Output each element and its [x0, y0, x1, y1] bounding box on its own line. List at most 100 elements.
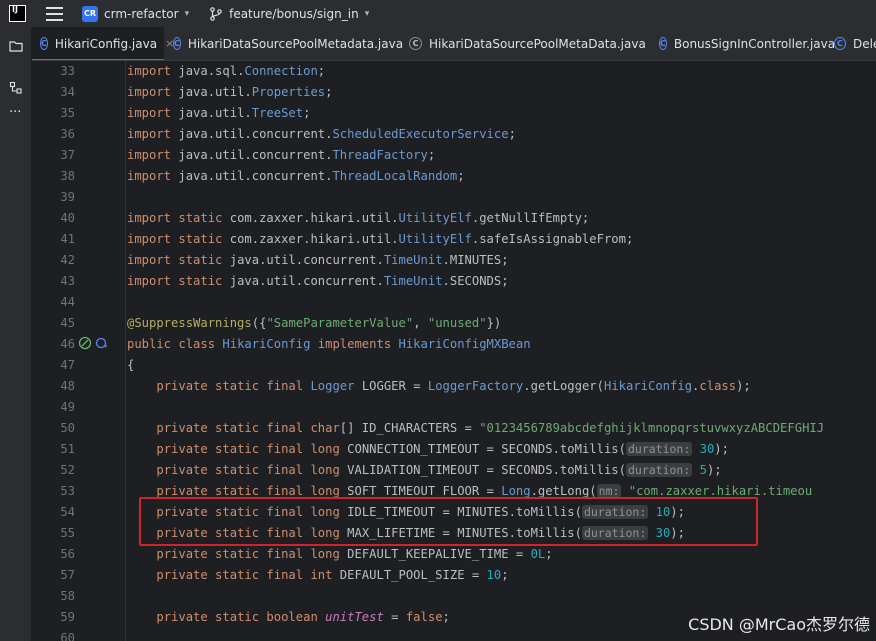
project-badge[interactable]: CR [82, 5, 98, 22]
code-text[interactable]: public class HikariConfig implements Hik… [127, 334, 531, 355]
code-line[interactable]: 39 [32, 187, 876, 208]
code-text[interactable]: import static com.zaxxer.hikari.util.Uti… [127, 229, 633, 250]
code-line[interactable]: 33 import java.sql.Connection; [32, 61, 876, 82]
code-text[interactable]: private static final Logger LOGGER = Log… [127, 376, 750, 397]
line-number: 52 [60, 463, 75, 477]
line-number: 38 [60, 169, 75, 183]
chevron-down-icon[interactable]: ▾ [365, 9, 370, 19]
code-text[interactable]: import java.util.Properties; [127, 82, 332, 103]
code-token: ScheduledExecutorService [332, 127, 509, 141]
line-number: 37 [60, 148, 75, 162]
line-number: 46 [60, 337, 75, 351]
tab-label: HikariDataSourcePoolMetadata.java [187, 36, 404, 51]
branch-name[interactable]: feature/bonus/sign_in [229, 7, 359, 21]
code-token: com.zaxxer.hikari.util. [229, 232, 399, 246]
code-token: ); [706, 463, 722, 477]
title-bar: IJ CR crm-refactor ▾ feature/bonus/sign_… [0, 0, 876, 27]
code-text[interactable]: import static com.zaxxer.hikari.util.Uti… [127, 208, 589, 229]
code-text[interactable]: private static final int DEFAULT_POOL_SI… [127, 565, 508, 586]
project-name[interactable]: crm-refactor [104, 7, 179, 21]
code-line[interactable]: 57 private static final int DEFAULT_POOL… [32, 565, 876, 586]
code-token: DEFAULT_KEEPALIVE_TIME = [347, 547, 531, 561]
code-token: import [127, 106, 179, 120]
intellij-logo-icon[interactable]: IJ [9, 5, 26, 22]
code-line[interactable]: 34 import java.util.Properties; [32, 82, 876, 103]
line-number: 41 [60, 232, 75, 246]
bean-icon[interactable] [78, 336, 92, 350]
line-number: 50 [60, 421, 75, 435]
code-text[interactable]: private static boolean unitTest = false; [127, 607, 450, 628]
code-line[interactable]: 36 import java.util.concurrent.ScheduledE… [32, 124, 876, 145]
structure-icon[interactable] [9, 81, 23, 95]
code-line[interactable]: 46 public class HikariConfig implements H… [32, 334, 876, 355]
line-number: 51 [60, 442, 75, 456]
line-number: 56 [60, 547, 75, 561]
code-token: 5 [692, 463, 707, 477]
code-text[interactable]: import static java.util.concurrent.TimeU… [127, 250, 509, 271]
project-folder-icon[interactable] [9, 39, 23, 53]
line-number: 42 [60, 253, 75, 267]
tab-1[interactable]: C HikariDataSourcePoolMetadata.java [164, 27, 404, 60]
code-line[interactable]: 49 [32, 397, 876, 418]
code-token: "com.zaxxer.hikari.timeou [621, 484, 813, 498]
tab-2[interactable]: C HikariDataSourcePoolMetaData.java [400, 27, 650, 60]
code-line[interactable]: 43 import static java.util.concurrent.Tim… [32, 271, 876, 292]
code-line[interactable]: 38 import java.util.concurrent.ThreadLoca… [32, 166, 876, 187]
code-token: @SuppressWarnings [127, 316, 252, 330]
code-token: class [699, 379, 737, 393]
code-line[interactable]: 37 import java.util.concurrent.ThreadFact… [32, 145, 876, 166]
code-line[interactable]: 58 [32, 586, 876, 607]
main-menu-icon[interactable] [46, 6, 63, 21]
class-icon: C [659, 37, 667, 50]
code-token: .safeIsAssignableFrom; [471, 232, 634, 246]
code-line[interactable]: 40 import static com.zaxxer.hikari.util.U… [32, 208, 876, 229]
git-branch-icon[interactable] [209, 6, 223, 21]
code-line[interactable]: 51 private static final long CONNECTION_… [32, 439, 876, 460]
code-text[interactable]: import java.util.concurrent.ThreadLocalR… [127, 166, 465, 187]
code-token: = [383, 610, 406, 624]
code-text[interactable]: private static final long DEFAULT_KEEPAL… [127, 544, 553, 565]
tab-4[interactable]: C Delet [825, 27, 876, 60]
tab-0[interactable]: C HikariConfig.java × [32, 27, 174, 60]
code-token: HikariConfigMXBean [398, 337, 531, 351]
code-line[interactable]: 42 import static java.util.concurrent.Tim… [32, 250, 876, 271]
code-editor[interactable]: 33 import java.sql.Connection; 34 import ja… [32, 61, 876, 641]
code-line[interactable]: 41 import static com.zaxxer.hikari.util.U… [32, 229, 876, 250]
code-token: java.util.concurrent. [229, 274, 384, 288]
tab-label: Delet [852, 36, 876, 51]
code-token: ); [714, 442, 729, 456]
code-text[interactable]: @SuppressWarnings({"SameParameterValue",… [127, 313, 501, 334]
code-line[interactable]: 35 import java.util.TreeSet; [32, 103, 876, 124]
code-text[interactable]: import java.util.concurrent.ScheduledExe… [127, 124, 516, 145]
code-text[interactable]: private static final long VALIDATION_TIM… [127, 460, 722, 481]
code-text[interactable]: private static final char[] ID_CHARACTER… [127, 418, 824, 439]
code-line[interactable]: 48 private static final Logger LOGGER = … [32, 376, 876, 397]
code-line[interactable]: 50 private static final char[] ID_CHARAC… [32, 418, 876, 439]
code-text[interactable]: import java.sql.Connection; [127, 61, 325, 82]
code-line[interactable]: 47 { [32, 355, 876, 376]
code-line[interactable]: 56 private static final long DEFAULT_KEE… [32, 544, 876, 565]
code-token: ; [545, 547, 553, 561]
code-token: , [413, 316, 428, 330]
code-text[interactable]: import java.util.concurrent.ThreadFactor… [127, 145, 435, 166]
code-text[interactable]: import static java.util.concurrent.TimeU… [127, 271, 509, 292]
code-token: ; [427, 148, 436, 162]
code-line[interactable]: 52 private static final long VALIDATION_… [32, 460, 876, 481]
code-text[interactable]: import java.util.TreeSet; [127, 103, 310, 124]
tab-3[interactable]: C BonusSignInController.java [650, 27, 835, 60]
gutter-icons[interactable] [78, 336, 109, 350]
code-text[interactable]: private static final long CONNECTION_TIM… [127, 439, 729, 460]
code-text[interactable]: { [127, 355, 134, 376]
code-token: private static final long [156, 442, 348, 456]
chevron-down-icon[interactable]: ▾ [185, 9, 190, 19]
code-token: .getNullIfEmpty; [471, 211, 590, 225]
code-token: import static [127, 253, 230, 267]
code-line[interactable]: 44 [32, 292, 876, 313]
code-token: TimeUnit [383, 253, 443, 267]
code-token: TimeUnit [383, 274, 443, 288]
implemented-method-icon[interactable] [95, 336, 109, 350]
more-tools-icon[interactable]: ··· [9, 106, 23, 123]
code-line[interactable]: 45 @SuppressWarnings({"SameParameterValue… [32, 313, 876, 334]
